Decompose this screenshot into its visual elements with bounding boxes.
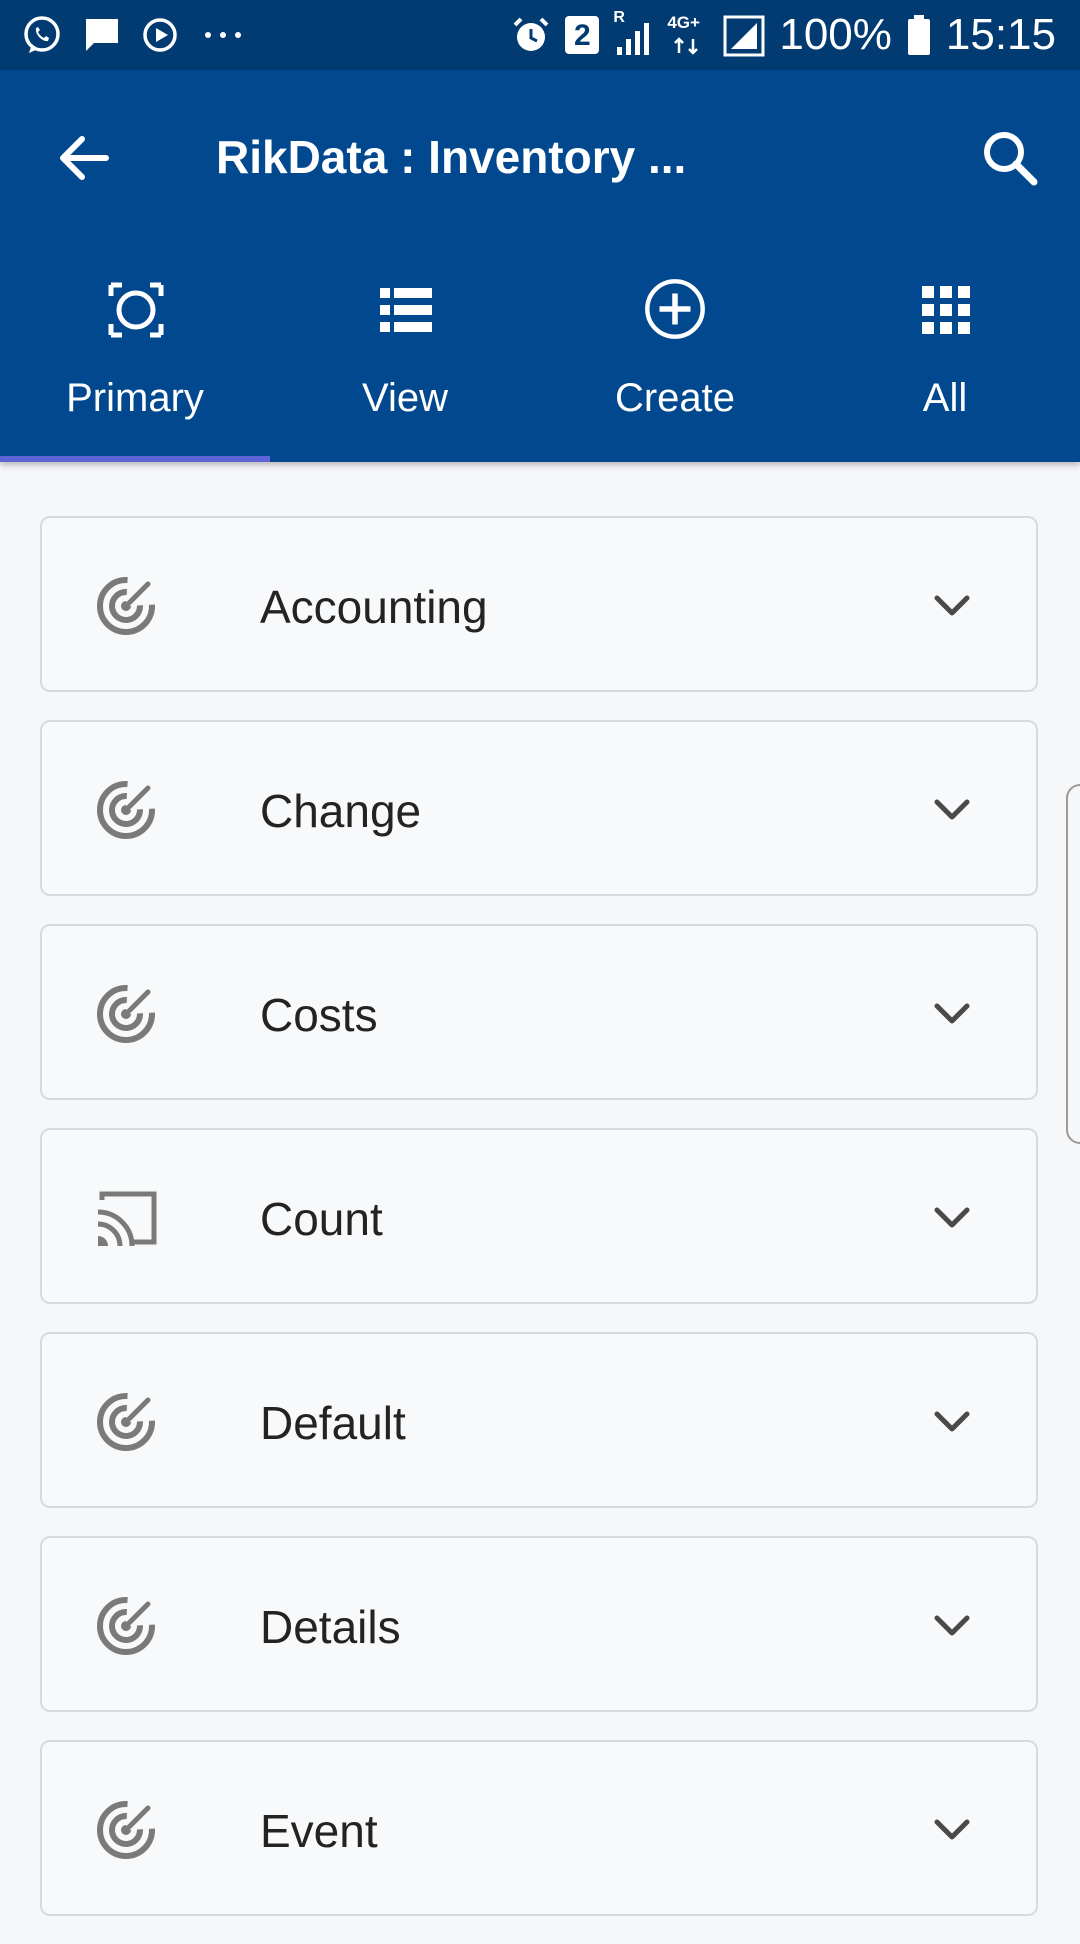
list-item-details[interactable]: Details [40,1536,1038,1712]
radar-icon [97,574,158,635]
network-type: 4G+ [667,13,709,57]
tab-all[interactable]: All [810,264,1080,462]
chevron-down-icon[interactable] [932,1812,972,1848]
battery-percent: 100% [779,10,892,59]
list-item-change[interactable]: Change [40,720,1038,896]
list-item-label: Default [260,1397,406,1449]
list-item-label: Event [260,1805,378,1857]
tab-label: All [922,376,968,420]
more-dots-icon [205,32,241,38]
radar-icon [97,1798,158,1859]
section-list: Accounting Change Costs Count Default De… [40,516,1040,1944]
radar-icon [97,1594,158,1655]
chevron-down-icon[interactable] [932,588,972,624]
list-item-accounting[interactable]: Accounting [40,516,1038,692]
list-item-costs[interactable]: Costs [40,924,1038,1100]
signal-icon [723,15,765,57]
chevron-down-icon[interactable] [932,1608,972,1644]
notification-count-badge: 2 [565,16,600,54]
tab-label: View [362,376,448,420]
status-left-icons [20,10,248,60]
app-bar: RikData : Inventory ... Primary View Cre… [0,70,1080,462]
cast-icon [97,1191,157,1247]
tab-label: Primary [66,376,204,420]
radar-icon [97,778,158,839]
tab-primary[interactable]: Primary [0,264,270,462]
chevron-down-icon[interactable] [932,1200,972,1236]
focus-icon [108,282,164,338]
list-item-label: Change [260,785,422,837]
active-tab-indicator [0,456,270,462]
message-icon [86,19,118,51]
radar-icon [97,982,158,1043]
search-icon [984,132,1038,186]
edge-panel-handle[interactable] [1066,784,1080,1144]
list-icon [380,288,432,332]
clock: 15:15 [945,10,1056,59]
arrow-left-icon [60,136,109,180]
add-circle-icon [645,279,705,339]
chevron-down-icon[interactable] [932,792,972,828]
apps-grid-icon [922,286,970,334]
list-item-label: Count [260,1193,383,1245]
search-button[interactable] [978,126,1042,190]
chevron-down-icon[interactable] [932,1404,972,1440]
list-item-label: Accounting [260,581,488,633]
alarm-icon [513,17,549,51]
list-item-default[interactable]: Default [40,1332,1038,1508]
tab-create[interactable]: Create [540,264,810,462]
battery-icon [907,15,930,55]
page-title: RikData : Inventory ... [216,131,687,183]
tab-label: Create [614,376,736,420]
status-right-icons: 2 R 4G+ 100% 15:15 [511,8,1056,62]
roaming-signal-icon: R [613,9,653,57]
tab-view[interactable]: View [270,264,540,462]
radar-icon [97,1390,158,1451]
status-bar: 2 R 4G+ 100% 15:15 [0,0,1080,70]
whatsapp-icon [24,16,60,53]
list-item-event[interactable]: Event [40,1740,1038,1916]
notification-count: 2 [574,19,591,52]
list-item-label: Costs [260,989,378,1041]
media-icon [143,18,177,52]
chevron-down-icon[interactable] [932,996,972,1032]
tab-bar: Primary View Create All [0,264,1080,462]
back-button[interactable] [54,128,114,188]
list-item-label: Details [260,1601,401,1653]
list-item-count[interactable]: Count [40,1128,1038,1304]
